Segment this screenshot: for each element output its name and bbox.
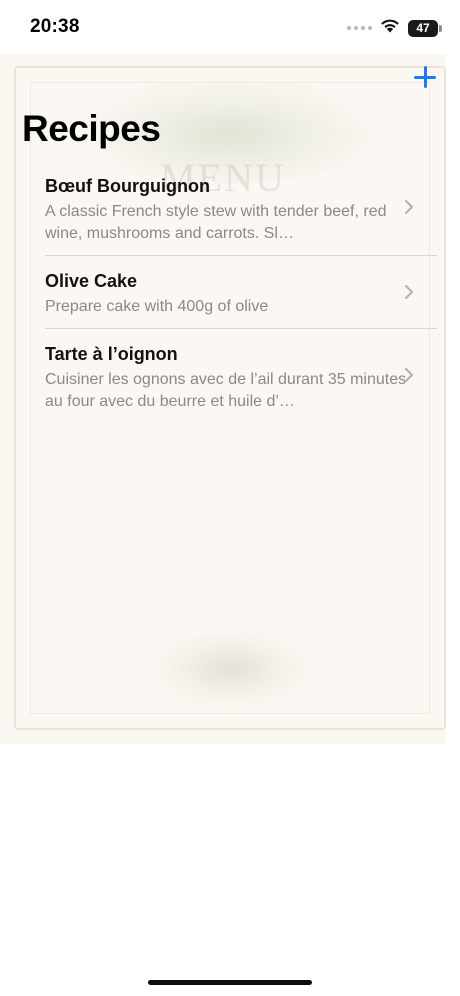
chevron-right-icon — [403, 283, 415, 301]
chevron-right-icon — [403, 366, 415, 384]
recipe-description: Prepare cake with 400g of olive — [45, 298, 269, 315]
add-recipe-button[interactable] — [414, 66, 436, 88]
recipe-title: Bœuf Bourguignon — [45, 176, 210, 196]
page-title: Recipes — [22, 108, 161, 149]
status-icons: 47 — [347, 18, 442, 38]
wifi-icon — [380, 18, 400, 38]
recipe-row[interactable]: Olive Cake Prepare cake with 400g of oli… — [45, 256, 437, 329]
battery-icon: 47 — [408, 19, 442, 37]
battery-level: 47 — [416, 21, 430, 35]
recipe-row[interactable]: Bœuf Bourguignon A classic French style … — [45, 170, 437, 256]
status-bar: 20:38 47 — [0, 0, 460, 54]
chevron-right-icon — [403, 198, 415, 216]
recipe-description: A classic French style stew with tender … — [45, 203, 387, 242]
status-time: 20:38 — [30, 16, 80, 37]
home-indicator[interactable] — [148, 980, 312, 985]
recipe-list: Bœuf Bourguignon A classic French style … — [45, 170, 437, 423]
recipe-title: Tarte à l’oignon — [45, 344, 178, 364]
floral-decoration-bottom — [150, 629, 310, 709]
recipe-title: Olive Cake — [45, 271, 138, 291]
recipe-description: Cuisiner les ognons avec de l’ail durant… — [45, 371, 407, 410]
recipe-row[interactable]: Tarte à l’oignon Cuisiner les ognons ave… — [45, 329, 437, 423]
cellular-signal-icon — [347, 26, 372, 30]
